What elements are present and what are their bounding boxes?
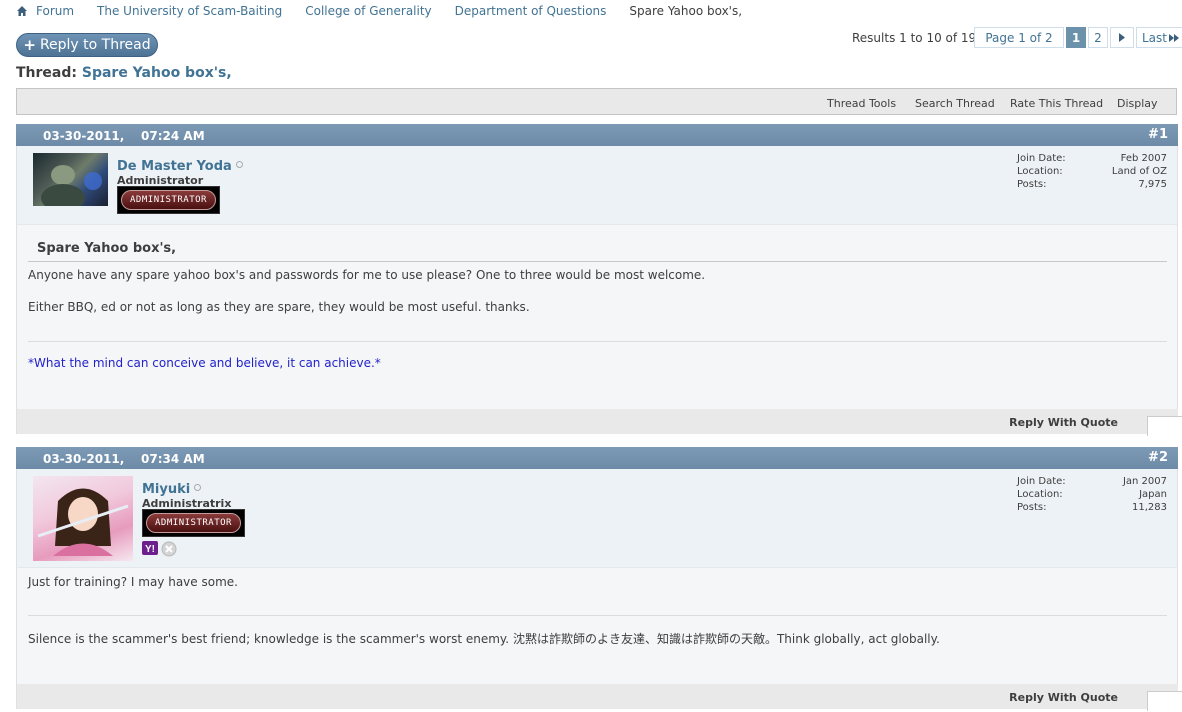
last-page-button[interactable]: Last (1136, 27, 1182, 48)
stat-location: Location: Land of OZ (1017, 166, 1167, 179)
stat-label: Join Date: (1017, 476, 1066, 487)
breadcrumb-current: Spare Yahoo box's, (629, 4, 743, 18)
rank-label: ADMINISTRATOR (146, 513, 241, 533)
stat-value: Japan (1139, 489, 1167, 500)
post-number[interactable]: #1 (1148, 127, 1168, 142)
thread-tools-menu[interactable]: Thread Tools (827, 97, 896, 110)
thread-prefix: Thread: (16, 65, 77, 81)
stat-label: Location: (1017, 489, 1063, 500)
stat-label: Join Date: (1017, 153, 1066, 164)
reply-to-thread-button[interactable]: + Reply to Thread (16, 33, 158, 57)
avatar-image (41, 165, 102, 212)
home-icon[interactable] (16, 5, 28, 17)
stat-posts: Posts: 7,975 (1017, 179, 1167, 192)
page-label[interactable]: Page 1 of 2 (974, 27, 1064, 48)
title-divider (28, 261, 1167, 262)
page-1: 1 (1066, 27, 1086, 48)
post-title: Spare Yahoo box's, (37, 241, 177, 256)
stat-posts: Posts: 11,283 (1017, 502, 1167, 515)
rank-label: ADMINISTRATOR (121, 190, 216, 210)
rank-image: ADMINISTRATOR (117, 186, 220, 214)
post-userinfo: Miyuki Administratrix ADMINISTRATOR Y! J… (16, 469, 1178, 568)
rate-thread-menu[interactable]: Rate This Thread (1010, 97, 1103, 110)
post-body: Just for training? I may have some. Sile… (16, 568, 1178, 684)
post-header: 03-30-2011, 07:24 AM #1 (16, 124, 1178, 146)
post-date-day: 03-30-2011, (43, 452, 125, 466)
breadcrumb: Forum The University of Scam-Baiting Col… (16, 3, 765, 19)
stat-label: Posts: (1017, 179, 1047, 190)
display-menu[interactable]: Display (1117, 97, 1158, 110)
stat-value: 11,283 (1132, 502, 1167, 513)
user-stats: Join Date: Jan 2007 Location: Japan Posts:… (1017, 476, 1167, 515)
post-footer: Reply With Quote (16, 684, 1182, 711)
stat-value: Jan 2007 (1122, 476, 1167, 487)
username-text: De Master Yoda (117, 159, 232, 174)
last-page-label: Last (1142, 30, 1167, 45)
online-status-icon (194, 484, 202, 491)
pagination: Page 1 of 2 1 2 Last (974, 27, 1182, 48)
post-2: 03-30-2011, 07:34 AM #2 Miyuki Administr… (16, 447, 1182, 711)
reply-with-quote-button[interactable]: Reply With Quote (1009, 416, 1118, 429)
user-stats: Join Date: Feb 2007 Location: Land of OZ P… (1017, 153, 1167, 192)
stat-location: Location: Japan (1017, 489, 1167, 502)
post-footer: Reply With Quote (16, 409, 1182, 436)
breadcrumb-forum[interactable]: Forum (36, 4, 74, 18)
online-status-icon (235, 161, 243, 168)
breadcrumb-university[interactable]: The University of Scam-Baiting (97, 4, 282, 18)
post-date: 03-30-2011, 07:34 AM (43, 452, 205, 466)
post-userinfo: De Master Yoda Administrator ADMINISTRAT… (16, 146, 1178, 225)
post-paragraph: Just for training? I may have some. (28, 575, 238, 589)
stat-value: 7,975 (1138, 179, 1167, 190)
signature: Silence is the scammer's best friend; kn… (28, 632, 940, 646)
skype-icon[interactable] (161, 541, 177, 557)
post-paragraph: Either BBQ, ed or not as long as they ar… (28, 300, 530, 314)
thread-toolbar: Thread Tools Search Thread Rate This Thr… (16, 88, 1177, 115)
stat-value: Feb 2007 (1120, 153, 1167, 164)
im-icons: Y! (142, 541, 177, 557)
svg-text:Y!: Y! (145, 544, 155, 555)
stat-join-date: Join Date: Feb 2007 (1017, 153, 1167, 166)
avatar[interactable] (33, 153, 108, 212)
stat-label: Posts: (1017, 502, 1047, 513)
stat-join-date: Join Date: Jan 2007 (1017, 476, 1167, 489)
multi-quote-button[interactable] (1147, 691, 1182, 711)
username[interactable]: De Master Yoda (117, 159, 243, 174)
post-time: 07:24 AM (141, 129, 205, 143)
reply-to-thread-label: Reply to Thread (39, 37, 151, 53)
post-header: 03-30-2011, 07:34 AM #2 (16, 447, 1178, 469)
post-number[interactable]: #2 (1148, 450, 1168, 465)
signature: *What the mind can conceive and believe,… (28, 356, 381, 370)
thread-title: Thread: Spare Yahoo box's, (16, 65, 232, 81)
avatar[interactable] (33, 476, 133, 561)
next-page-button[interactable] (1110, 27, 1134, 48)
double-chevron-right-icon (1169, 33, 1179, 42)
post-time: 07:34 AM (141, 452, 205, 466)
thread-name[interactable]: Spare Yahoo box's, (82, 65, 232, 81)
post-date: 03-30-2011, 07:24 AM (43, 129, 205, 143)
username[interactable]: Miyuki (142, 482, 202, 497)
stat-value: Land of OZ (1111, 166, 1167, 177)
reply-with-quote-button[interactable]: Reply With Quote (1009, 691, 1118, 704)
multi-quote-button[interactable] (1147, 416, 1182, 436)
page-2[interactable]: 2 (1088, 27, 1108, 48)
post-paragraph: Anyone have any spare yahoo box's and pa… (28, 268, 706, 282)
breadcrumb-department[interactable]: Department of Questions (455, 4, 607, 18)
post-date-day: 03-30-2011, (43, 129, 125, 143)
username-text: Miyuki (142, 482, 191, 497)
yahoo-icon[interactable]: Y! (142, 541, 158, 555)
avatar-image (37, 488, 129, 556)
search-thread-menu[interactable]: Search Thread (915, 97, 995, 110)
plus-icon: + (23, 36, 36, 54)
stat-label: Location: (1017, 166, 1063, 177)
rank-image: ADMINISTRATOR (142, 509, 245, 537)
signature-divider (28, 341, 1167, 342)
breadcrumb-college[interactable]: College of Generality (305, 4, 431, 18)
post-1: 03-30-2011, 07:24 AM #1 De Master Yoda A… (16, 124, 1182, 436)
results-count: Results 1 to 10 of 19 (852, 31, 977, 45)
signature-divider (28, 615, 1167, 616)
chevron-right-icon (1119, 33, 1125, 42)
post-body: Spare Yahoo box's, Anyone have any spare… (16, 225, 1178, 409)
